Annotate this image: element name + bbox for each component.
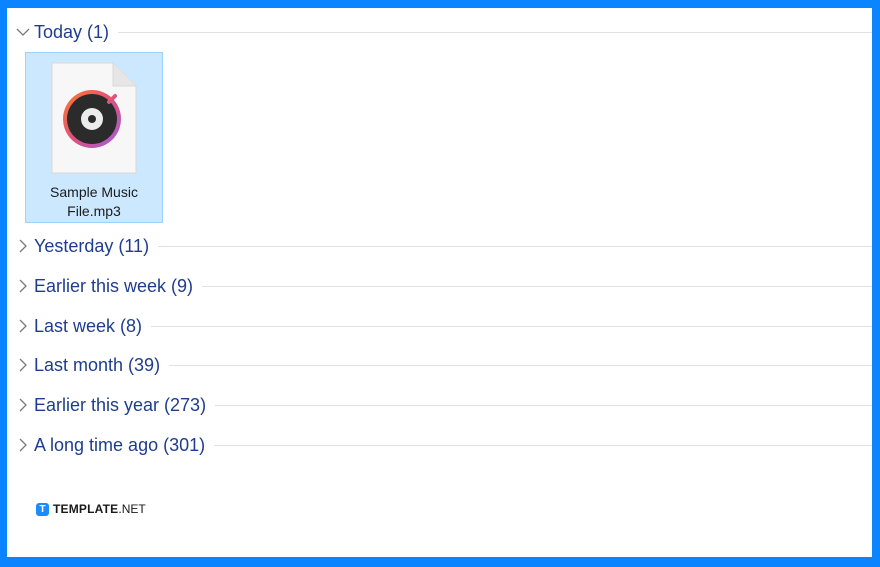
file-item-selected[interactable]: Sample Music File.mp3 xyxy=(25,52,163,223)
group-divider xyxy=(158,245,872,247)
group-label: Last week (8) xyxy=(34,315,143,336)
group-divider xyxy=(151,325,872,327)
chevron-right-icon[interactable] xyxy=(15,238,31,254)
group-divider xyxy=(169,364,872,366)
group-yesterday[interactable]: Yesterday (11) xyxy=(15,234,872,258)
group-today[interactable]: Today (1) xyxy=(15,20,872,44)
group-a-long-time-ago[interactable]: A long time ago (301) xyxy=(15,433,872,457)
template-logo-icon: T xyxy=(36,502,49,516)
chevron-right-icon[interactable] xyxy=(15,318,31,334)
group-divider xyxy=(202,285,872,287)
chevron-right-icon[interactable] xyxy=(15,437,31,453)
group-divider xyxy=(118,31,872,33)
chevron-right-icon[interactable] xyxy=(15,278,31,294)
file-name-line1: Sample Music xyxy=(50,184,138,200)
group-last-month[interactable]: Last month (39) xyxy=(15,353,872,377)
music-file-icon xyxy=(51,62,137,174)
brand-name-light: .NET xyxy=(118,502,146,516)
chevron-down-icon[interactable] xyxy=(15,24,31,40)
group-divider xyxy=(215,404,872,406)
group-label: A long time ago (301) xyxy=(34,434,206,455)
file-name-line2: File.mp3 xyxy=(67,203,121,219)
group-earlier-this-year[interactable]: Earlier this year (273) xyxy=(15,393,872,417)
chevron-right-icon[interactable] xyxy=(15,397,31,413)
group-divider xyxy=(214,444,872,446)
file-explorer-pane: Today (1) Sample Music File.mp3 Yesterda… xyxy=(7,8,872,557)
group-last-week[interactable]: Last week (8) xyxy=(15,314,872,338)
chevron-right-icon[interactable] xyxy=(15,357,31,373)
file-name: Sample Music File.mp3 xyxy=(26,183,162,221)
group-earlier-this-week[interactable]: Earlier this week (9) xyxy=(15,274,872,298)
group-label: Today (1) xyxy=(34,21,110,42)
brand-name-bold: TEMPLATE xyxy=(53,502,119,516)
group-label: Last month (39) xyxy=(34,354,161,375)
group-label: Earlier this week (9) xyxy=(34,275,194,296)
template-net-watermark: T TEMPLATE .NET xyxy=(36,502,146,516)
group-label: Earlier this year (273) xyxy=(34,394,207,415)
group-label: Yesterday (11) xyxy=(34,235,150,256)
